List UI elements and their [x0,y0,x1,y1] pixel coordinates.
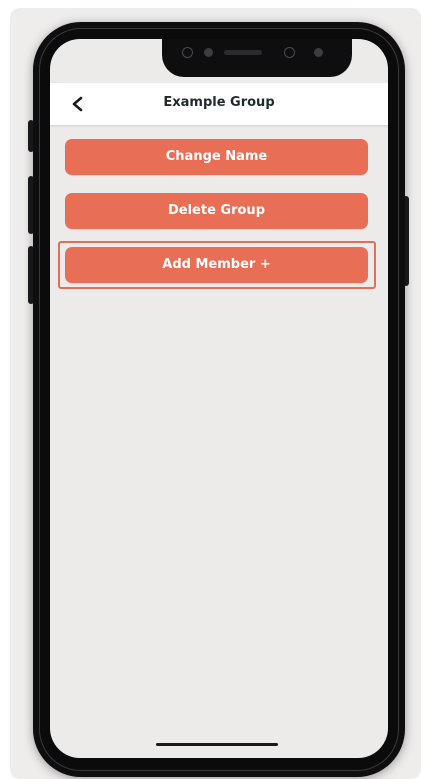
speaker-grille [224,50,262,55]
page-title: Example Group [163,95,275,110]
sensor-dot-icon [204,48,213,57]
change-name-button[interactable]: Change Name [65,139,368,175]
delete-group-button[interactable]: Delete Group [65,193,368,229]
camera-icon [284,47,295,58]
home-indicator[interactable] [156,743,278,746]
camera-icon [182,47,193,58]
sensor-dot-icon [314,48,323,57]
app-header: Example Group [50,83,388,125]
add-member-button[interactable]: Add Member + [65,247,368,283]
stage: Example Group Change Name Delete Group A… [0,0,421,779]
app-screen: Example Group Change Name Delete Group A… [50,39,388,758]
phone-frame: Example Group Change Name Delete Group A… [33,22,405,777]
notch [162,39,352,77]
